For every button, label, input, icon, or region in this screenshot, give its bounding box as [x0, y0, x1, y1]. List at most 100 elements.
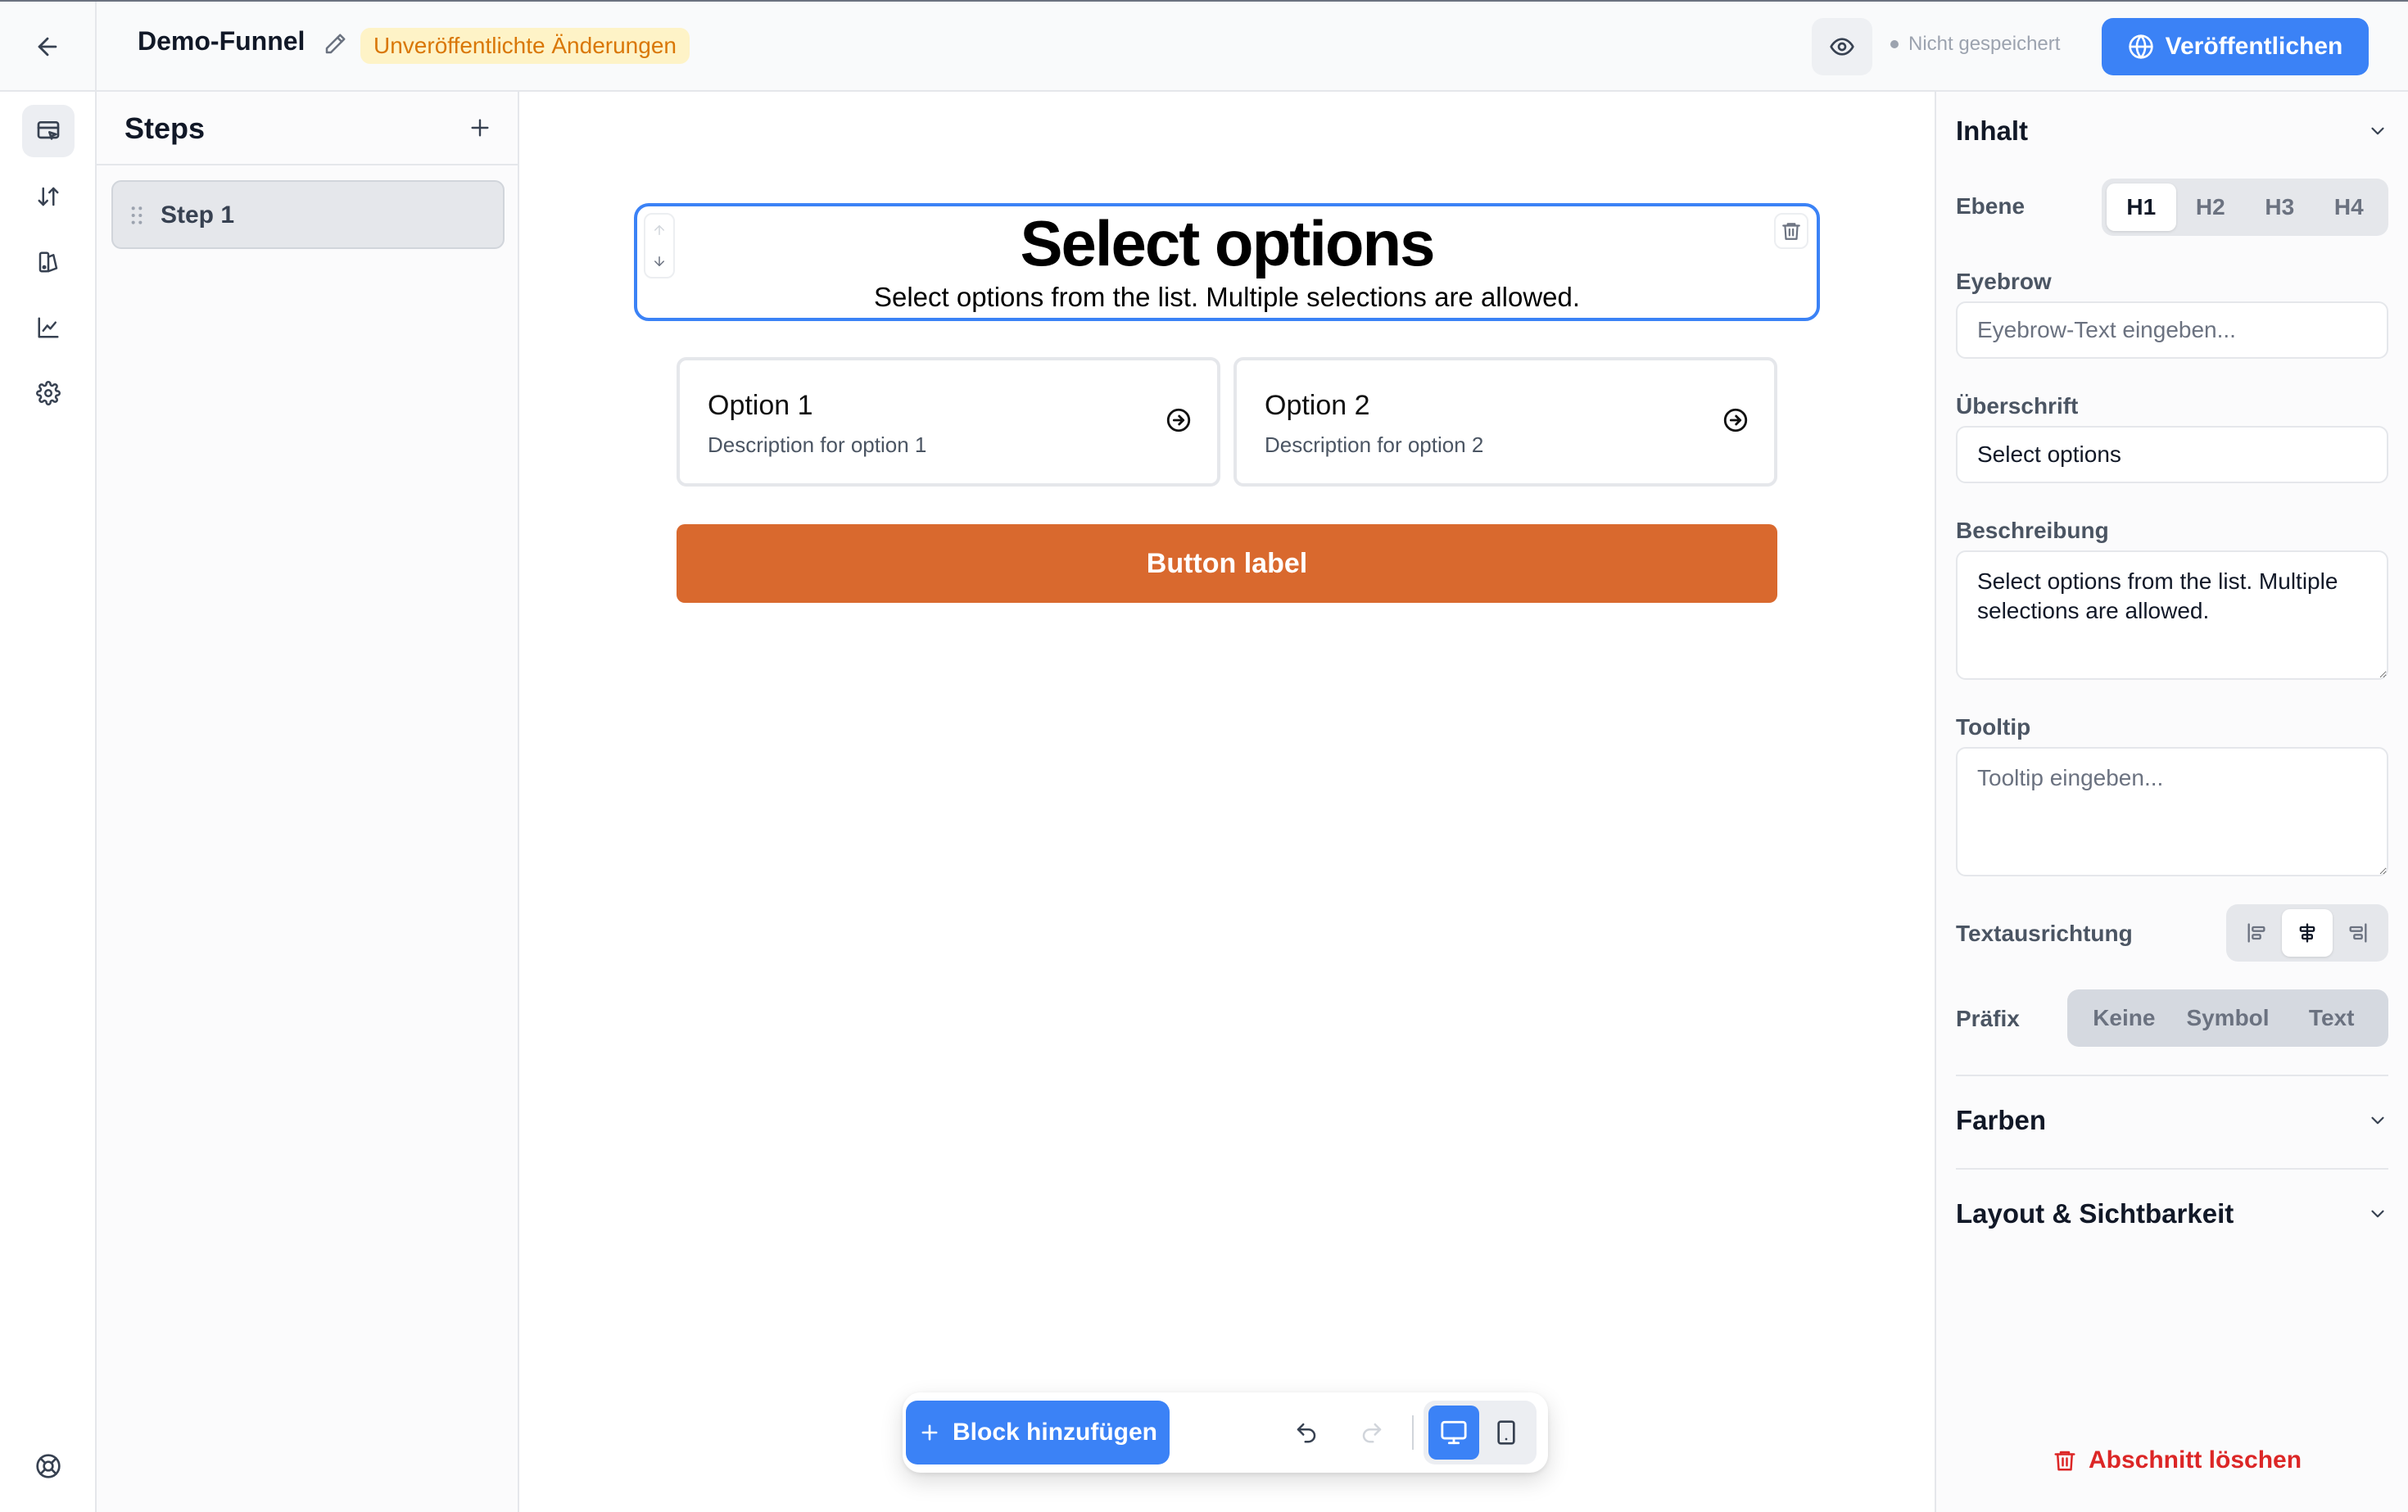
rail-design-button[interactable] — [22, 236, 75, 288]
alignment-label: Textausrichtung — [1956, 921, 2133, 946]
block-heading[interactable]: Select options — [637, 206, 1817, 280]
rail-settings-button[interactable] — [22, 367, 75, 419]
add-block-label: Block hinzufügen — [953, 1419, 1157, 1446]
description-label: Beschreibung — [1956, 518, 2109, 543]
preview-button[interactable] — [1812, 18, 1872, 75]
globe-icon — [2128, 34, 2154, 60]
trash-icon — [2053, 1448, 2077, 1473]
description-input[interactable]: Select options from the list. Multiple s… — [1956, 550, 2388, 680]
align-left-button[interactable] — [2231, 909, 2282, 957]
eyebrow-input[interactable] — [1956, 301, 2388, 359]
arrow-down-icon[interactable] — [652, 254, 667, 269]
add-step-icon[interactable] — [467, 115, 493, 141]
publish-button[interactable]: Veröffentlichen — [2102, 18, 2369, 75]
redo-button[interactable] — [1345, 1404, 1399, 1461]
block-description[interactable]: Select options from the list. Multiple s… — [637, 282, 1817, 313]
redo-icon — [1360, 1420, 1384, 1445]
section-divider — [1956, 1075, 2388, 1076]
step-item[interactable]: Step 1 — [111, 180, 505, 249]
align-center-icon — [2296, 921, 2319, 944]
analytics-icon — [36, 315, 61, 340]
properties-panel: Inhalt Ebene H1 H2 H3 H4 Eyebrow Übersch… — [1935, 92, 2408, 1512]
heading-level-selector: H1 H2 H3 H4 — [2102, 179, 2388, 236]
editor-canvas: Select options Select options from the l… — [519, 92, 1935, 1512]
align-center-button[interactable] — [2282, 909, 2333, 957]
layout-section-title: Layout & Sichtbarkeit — [1956, 1198, 2234, 1229]
cta-button[interactable]: Button label — [677, 524, 1777, 603]
unsaved-changes-badge: Unveröffentlichte Änderungen — [360, 28, 690, 64]
undo-button[interactable] — [1279, 1404, 1333, 1461]
canvas-toolbar: Block hinzufügen — [903, 1392, 1548, 1473]
delete-section-label: Abschnitt löschen — [2089, 1446, 2302, 1474]
option-card[interactable]: Option 2 Description for option 2 — [1233, 357, 1777, 487]
chevron-down-icon — [2367, 1110, 2388, 1131]
delete-section-button[interactable]: Abschnitt löschen — [2053, 1446, 2302, 1474]
toolbar-divider — [1412, 1415, 1414, 1450]
add-block-button[interactable]: Block hinzufügen — [906, 1401, 1170, 1464]
eye-icon — [1829, 34, 1855, 60]
help-icon — [35, 1453, 61, 1479]
steps-header: Steps — [97, 92, 518, 165]
sort-icon — [36, 184, 61, 209]
desktop-view-button[interactable] — [1428, 1406, 1479, 1460]
rail-help-button[interactable] — [22, 1440, 75, 1492]
steps-panel: Steps Step 1 — [97, 92, 519, 1512]
steps-title: Steps — [124, 111, 206, 145]
arrow-up-icon[interactable] — [652, 223, 667, 238]
trash-icon — [1781, 220, 1802, 242]
colors-section-title: Farben — [1956, 1105, 2047, 1135]
level-option-h2[interactable]: H2 — [2176, 183, 2246, 231]
device-toggle — [1424, 1401, 1537, 1464]
level-option-h4[interactable]: H4 — [2315, 183, 2384, 231]
pencil-icon[interactable] — [323, 32, 347, 57]
tablet-icon — [1493, 1419, 1519, 1446]
chevron-up-icon — [2367, 120, 2388, 142]
back-button[interactable] — [0, 2, 97, 92]
text-alignment-selector — [2226, 904, 2388, 962]
tooltip-label: Tooltip — [1956, 714, 2031, 740]
level-label: Ebene — [1956, 193, 2026, 219]
layout-section-header[interactable]: Layout & Sichtbarkeit — [1956, 1197, 2388, 1230]
heading-label: Überschrift — [1956, 393, 2079, 419]
level-option-h1[interactable]: H1 — [2107, 183, 2176, 231]
rail-sort-button[interactable] — [22, 170, 75, 223]
eyebrow-label: Eyebrow — [1956, 269, 2052, 294]
drag-handle-icon[interactable] — [129, 205, 144, 226]
undo-icon — [1294, 1420, 1319, 1445]
prefix-option-symbol[interactable]: Symbol — [2176, 994, 2280, 1042]
content-section-header[interactable]: Inhalt — [1956, 115, 2388, 147]
settings-icon — [36, 381, 61, 405]
rail-analytics-button[interactable] — [22, 301, 75, 354]
content-section-title: Inhalt — [1956, 115, 2028, 146]
option-card[interactable]: Option 1 Description for option 1 — [677, 357, 1220, 487]
funnel-title: Demo-Funnel — [138, 26, 306, 56]
level-option-h3[interactable]: H3 — [2245, 183, 2315, 231]
arrow-right-circle-icon — [1722, 406, 1749, 434]
move-controls — [644, 213, 675, 278]
align-right-icon — [2347, 921, 2370, 944]
icon-rail — [0, 92, 97, 1512]
option-description: Description for option 1 — [708, 432, 927, 457]
prefix-selector: Keine Symbol Text — [2067, 989, 2388, 1047]
monitor-icon — [1440, 1419, 1468, 1446]
option-title: Option 1 — [708, 390, 813, 421]
delete-block-button[interactable] — [1774, 213, 1808, 249]
chevron-down-icon — [2367, 1203, 2388, 1225]
colors-section-header[interactable]: Farben — [1956, 1104, 2388, 1137]
align-left-icon — [2245, 921, 2268, 944]
mobile-view-button[interactable] — [1481, 1406, 1532, 1460]
prefix-label: Präfix — [1956, 1006, 2020, 1031]
prefix-option-none[interactable]: Keine — [2072, 994, 2176, 1042]
arrow-right-circle-icon — [1165, 406, 1193, 434]
design-icon — [36, 250, 61, 274]
top-bar: Demo-Funnel Unveröffentlichte Änderungen… — [0, 0, 2408, 92]
heading-input[interactable] — [1956, 426, 2388, 483]
prefix-option-text[interactable]: Text — [2279, 994, 2383, 1042]
plus-icon — [918, 1421, 941, 1444]
rail-editor-button[interactable] — [22, 105, 75, 157]
heading-block[interactable]: Select options Select options from the l… — [634, 203, 1820, 321]
tooltip-input[interactable] — [1956, 747, 2388, 876]
option-description: Description for option 2 — [1265, 432, 1484, 457]
align-right-button[interactable] — [2333, 909, 2383, 957]
save-status-text: Nicht gespeichert — [1908, 33, 2061, 55]
